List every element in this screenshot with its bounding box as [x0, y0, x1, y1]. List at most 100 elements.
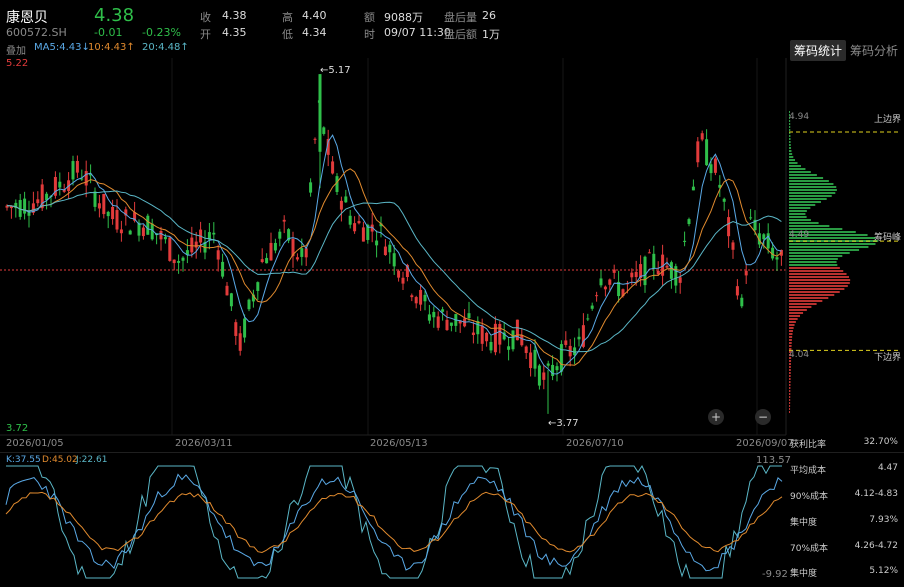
candle-body — [665, 265, 669, 268]
date-label-3: 2026/05/13 — [370, 438, 428, 449]
candle-body — [410, 295, 414, 298]
candle-body — [634, 271, 638, 278]
kdj-d-line — [5, 491, 783, 554]
chip-bar — [789, 282, 850, 284]
candle-body — [735, 286, 739, 296]
candle-body — [238, 333, 242, 351]
stat-avg-cost: 平均成本 4.47 — [790, 463, 898, 476]
candle-body — [71, 161, 75, 180]
candle-body — [309, 182, 313, 193]
chip-lower-label: 下边界 — [874, 353, 902, 363]
candle-body — [489, 341, 493, 351]
chip-upper-price: 4.94 — [789, 112, 810, 122]
stat-90-cost: 90%成本 4.12-4.83 — [790, 489, 898, 502]
chip-bar — [789, 330, 793, 332]
candle-body — [775, 257, 779, 260]
candle-body — [361, 227, 365, 242]
kdj-k-legend: K:37.55 — [6, 455, 41, 465]
zoom-out-button[interactable]: − — [755, 409, 771, 425]
chip-bar — [789, 360, 792, 362]
candle-body — [383, 246, 387, 256]
candle-body — [75, 160, 79, 173]
candle-body — [419, 289, 423, 305]
chip-bar — [789, 303, 817, 305]
chip-bar — [789, 216, 807, 218]
candle-body — [146, 215, 150, 235]
chip-bar — [789, 279, 851, 281]
chip-bar — [789, 273, 847, 275]
chip-bar — [789, 315, 801, 317]
chip-bar — [789, 393, 791, 395]
candle-body — [427, 314, 431, 321]
chip-bar — [789, 312, 804, 314]
candle-body — [401, 277, 405, 284]
chip-bar — [789, 300, 823, 302]
candle-body — [511, 330, 515, 350]
candlestick-chart[interactable] — [0, 0, 904, 587]
candle-body — [700, 133, 704, 140]
candle-body — [177, 261, 181, 263]
chip-bar — [789, 285, 848, 287]
candle-body — [678, 277, 682, 283]
candle-body — [485, 332, 489, 342]
candle-body — [119, 229, 123, 234]
candle-body — [339, 200, 343, 210]
chip-bar — [789, 258, 838, 260]
date-label-1: 2026/01/05 — [6, 438, 64, 449]
candle-body — [348, 215, 352, 225]
chip-bar — [789, 369, 791, 371]
candle-body — [546, 363, 550, 366]
chip-bar — [789, 222, 819, 224]
chip-bar — [789, 195, 832, 197]
chip-lower-price: 4.04 — [789, 350, 810, 360]
chip-bar — [789, 261, 837, 263]
chip-bar — [789, 138, 791, 140]
candle-body — [436, 316, 440, 328]
chip-bar — [789, 306, 812, 308]
chip-bar — [789, 333, 793, 335]
candle-body — [216, 250, 220, 260]
chip-bar — [789, 297, 829, 299]
date-label-5: 2026/09/07 — [736, 438, 794, 449]
chip-bar — [789, 168, 806, 170]
candle-body — [445, 319, 449, 331]
candle-body — [705, 139, 709, 166]
kdj-k-line — [5, 473, 783, 572]
candle-body — [36, 199, 40, 204]
chip-bar — [789, 243, 876, 245]
candle-body — [449, 322, 453, 326]
chip-bar — [789, 411, 791, 413]
chip-bar — [789, 378, 791, 380]
candle-body — [128, 230, 132, 235]
chip-bar — [789, 174, 817, 176]
candle-body — [577, 336, 581, 340]
chip-bar — [789, 345, 792, 347]
candle-body — [344, 196, 348, 203]
chip-upper-label: 上边界 — [874, 115, 902, 125]
candle-body — [84, 171, 88, 186]
chip-bar — [789, 135, 791, 137]
date-label-4: 2026/07/10 — [566, 438, 624, 449]
chip-bar — [789, 324, 795, 326]
candle-body — [357, 221, 361, 224]
candle-body — [278, 231, 282, 239]
high-annotation: ←5.17 — [320, 65, 351, 76]
zoom-in-button[interactable]: + — [708, 409, 724, 425]
candle-body — [687, 219, 691, 225]
candle-body — [643, 256, 647, 286]
candle-body — [269, 242, 273, 261]
candle-body — [467, 313, 471, 319]
candle-body — [722, 198, 726, 202]
chip-peak-label: 筹码峰 — [874, 233, 902, 243]
chip-bar — [789, 147, 792, 149]
chip-bar — [789, 252, 850, 254]
chip-bar — [789, 375, 791, 377]
candle-body — [731, 242, 735, 250]
stat-70-cost: 70%成本 4.26-4.72 — [790, 541, 898, 554]
chip-bar — [789, 198, 827, 200]
chip-bar — [789, 207, 811, 209]
chip-bar — [789, 327, 794, 329]
chip-bar — [789, 321, 796, 323]
candle-body — [190, 237, 194, 253]
candle-body — [441, 309, 445, 312]
